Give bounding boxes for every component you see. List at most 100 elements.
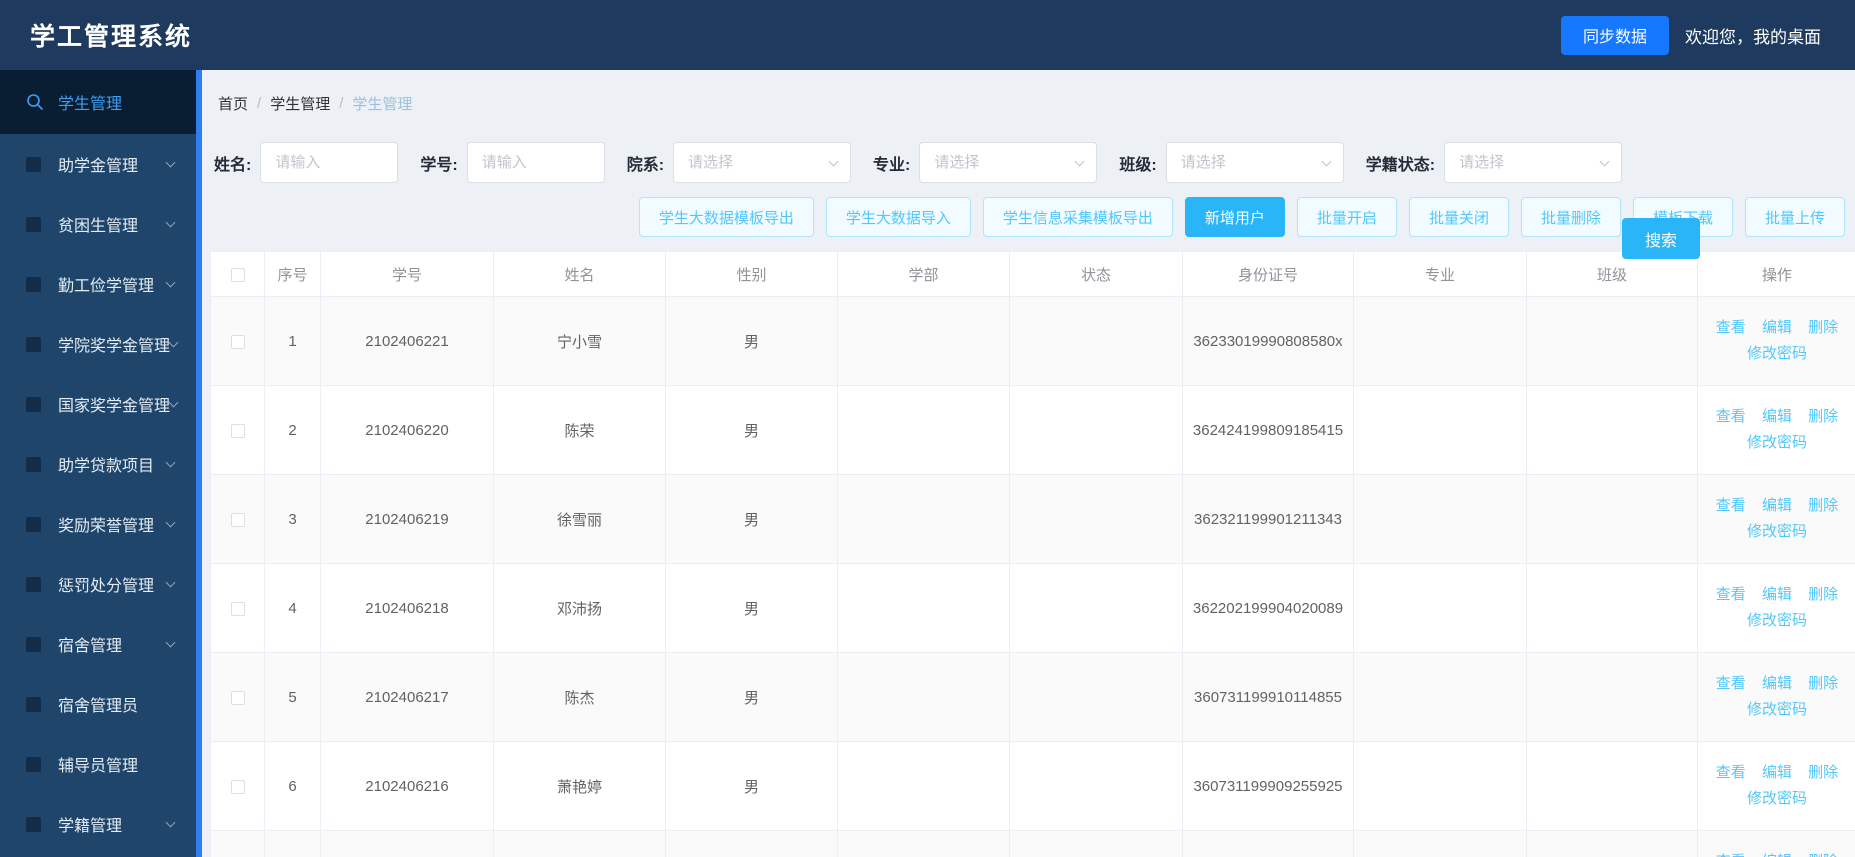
table-row: 1 2102406221 宁小雪 男 36233019990808580x 查看 (210, 296, 1855, 386)
add-user-button[interactable]: 新增用户 (1184, 197, 1285, 237)
cell-gender: 男 (665, 474, 838, 564)
filter-input[interactable] (919, 142, 1098, 183)
sidebar-item[interactable]: 学籍管理 (0, 794, 196, 854)
edit-link[interactable]: 编辑 (1762, 408, 1792, 425)
breadcrumb-section[interactable]: 学生管理 (270, 93, 330, 114)
cell-index: 3 (264, 474, 321, 564)
delete-link[interactable]: 删除 (1808, 853, 1838, 857)
cell-actions: 查看 编辑 删除 修改密码 (1697, 474, 1855, 564)
edit-link[interactable]: 编辑 (1762, 319, 1792, 336)
cell-id-number: 362321199901211343 (1182, 474, 1354, 564)
sidebar-item[interactable]: 宿舍管理 (0, 614, 196, 674)
sidebar-item[interactable]: 贫困生管理 (0, 194, 196, 254)
filter-control (466, 142, 605, 183)
menu-item-icon (26, 696, 41, 712)
view-link[interactable]: 查看 (1716, 497, 1746, 514)
toolbar-button[interactable]: 批量删除 (1520, 197, 1621, 237)
search-button[interactable]: 搜索 (1622, 218, 1701, 259)
toolbar-button[interactable]: 批量开启 (1296, 197, 1397, 237)
row-checkbox[interactable] (230, 334, 245, 349)
checkbox-cell (210, 474, 265, 564)
table-row: 查看 编辑 删除 修改密码 (210, 830, 1855, 857)
change-password-link[interactable]: 修改密码 (1747, 345, 1807, 362)
delete-link[interactable]: 删除 (1808, 675, 1838, 692)
sidebar-item-label: 学籍管理 (58, 818, 123, 835)
select-all-checkbox[interactable] (230, 267, 245, 282)
sidebar-item[interactable]: 助学贷款项目 (0, 434, 196, 494)
view-link[interactable]: 查看 (1716, 408, 1746, 425)
menu-item-icon (26, 336, 41, 352)
edit-link[interactable]: 编辑 (1762, 764, 1792, 781)
toolbar-button[interactable]: 学生大数据导入 (825, 197, 971, 237)
table-row: 5 2102406217 陈杰 男 360731199910114855 查看 (210, 652, 1855, 742)
row-checkbox[interactable] (230, 690, 245, 705)
view-link[interactable]: 查看 (1716, 853, 1746, 857)
filter-input[interactable] (466, 142, 605, 183)
cell-actions: 查看 编辑 删除 修改密码 (1697, 830, 1855, 857)
breadcrumb-home[interactable]: 首页 (218, 93, 248, 114)
sidebar-item[interactable]: 奖励荣誉管理 (0, 494, 196, 554)
toolbar-button[interactable]: 学生大数据模板导出 (638, 197, 814, 237)
cell-name: 邓沛扬 (493, 563, 666, 653)
sidebar-item[interactable]: 学院奖学金管理 (0, 314, 196, 374)
toolbar-button[interactable]: 批量上传 (1744, 197, 1845, 237)
filter-control (919, 142, 1098, 183)
view-link[interactable]: 查看 (1716, 586, 1746, 603)
edit-link[interactable]: 编辑 (1762, 675, 1792, 692)
filter-field: 专业: (873, 142, 1098, 183)
change-password-link[interactable]: 修改密码 (1747, 612, 1807, 629)
filter-input[interactable] (1165, 142, 1344, 183)
menu-item-icon (26, 756, 41, 772)
row-checkbox[interactable] (230, 601, 245, 616)
cell-class (1526, 652, 1698, 742)
delete-link[interactable]: 删除 (1808, 764, 1838, 781)
sidebar-item[interactable]: 学生管理 (0, 70, 196, 134)
column-header: 学号 (320, 251, 494, 297)
cell-major (1353, 385, 1527, 475)
chevron-down-icon (165, 577, 176, 587)
row-checkbox[interactable] (230, 423, 245, 438)
breadcrumb-current: 学生管理 (352, 96, 413, 113)
change-password-link[interactable]: 修改密码 (1747, 701, 1807, 718)
students-table: 序号 学号 姓名 性别 学部 状态 身份证号 专业 班级 操作 1 2102406221 宁小雪 … (210, 251, 1855, 857)
sidebar-item[interactable]: 辅导员管理 (0, 734, 196, 794)
edit-link[interactable]: 编辑 (1762, 586, 1792, 603)
view-link[interactable]: 查看 (1716, 764, 1746, 781)
row-checkbox[interactable] (230, 512, 245, 527)
sidebar-item-label: 学生管理 (58, 96, 123, 113)
filter-field: 院系: (627, 142, 852, 183)
filter-input[interactable] (260, 142, 399, 183)
sidebar-item-label: 奖励荣誉管理 (58, 518, 155, 535)
sidebar-item[interactable]: 助学金管理 (0, 134, 196, 194)
sidebar-item[interactable]: 宿舍管理员 (0, 674, 196, 734)
filter-input[interactable] (1444, 142, 1623, 183)
sidebar-item[interactable]: 惩罚处分管理 (0, 554, 196, 614)
delete-link[interactable]: 删除 (1808, 319, 1838, 336)
change-password-link[interactable]: 修改密码 (1747, 434, 1807, 451)
sidebar-item[interactable]: 国家奖学金管理 (0, 374, 196, 434)
column-header: 身份证号 (1182, 251, 1354, 297)
filter-input[interactable] (673, 142, 852, 183)
sidebar-item[interactable]: 勤工俭学管理 (0, 254, 196, 314)
change-password-link[interactable]: 修改密码 (1747, 790, 1807, 807)
cell-actions: 查看 编辑 删除 修改密码 (1697, 563, 1855, 653)
menu-item-icon (26, 576, 41, 592)
cell-actions: 查看 编辑 删除 修改密码 (1697, 385, 1855, 475)
view-link[interactable]: 查看 (1716, 319, 1746, 336)
sync-data-button[interactable]: 同步数据 (1560, 15, 1669, 55)
toolbar-button[interactable]: 学生信息采集模板导出 (982, 197, 1173, 237)
change-password-link[interactable]: 修改密码 (1747, 523, 1807, 540)
view-link[interactable]: 查看 (1716, 675, 1746, 692)
delete-link[interactable]: 删除 (1808, 408, 1838, 425)
sidebar-item-label: 宿舍管理 (58, 638, 123, 655)
delete-link[interactable]: 删除 (1808, 586, 1838, 603)
sidebar-item-label: 助学贷款项目 (58, 458, 155, 475)
filter-field: 班级: (1119, 142, 1344, 183)
chevron-down-icon (165, 457, 176, 467)
toolbar-button[interactable]: 批量关闭 (1408, 197, 1509, 237)
delete-link[interactable]: 删除 (1808, 497, 1838, 514)
edit-link[interactable]: 编辑 (1762, 853, 1792, 857)
row-checkbox[interactable] (230, 779, 245, 794)
checkbox-cell (210, 652, 265, 742)
edit-link[interactable]: 编辑 (1762, 497, 1792, 514)
